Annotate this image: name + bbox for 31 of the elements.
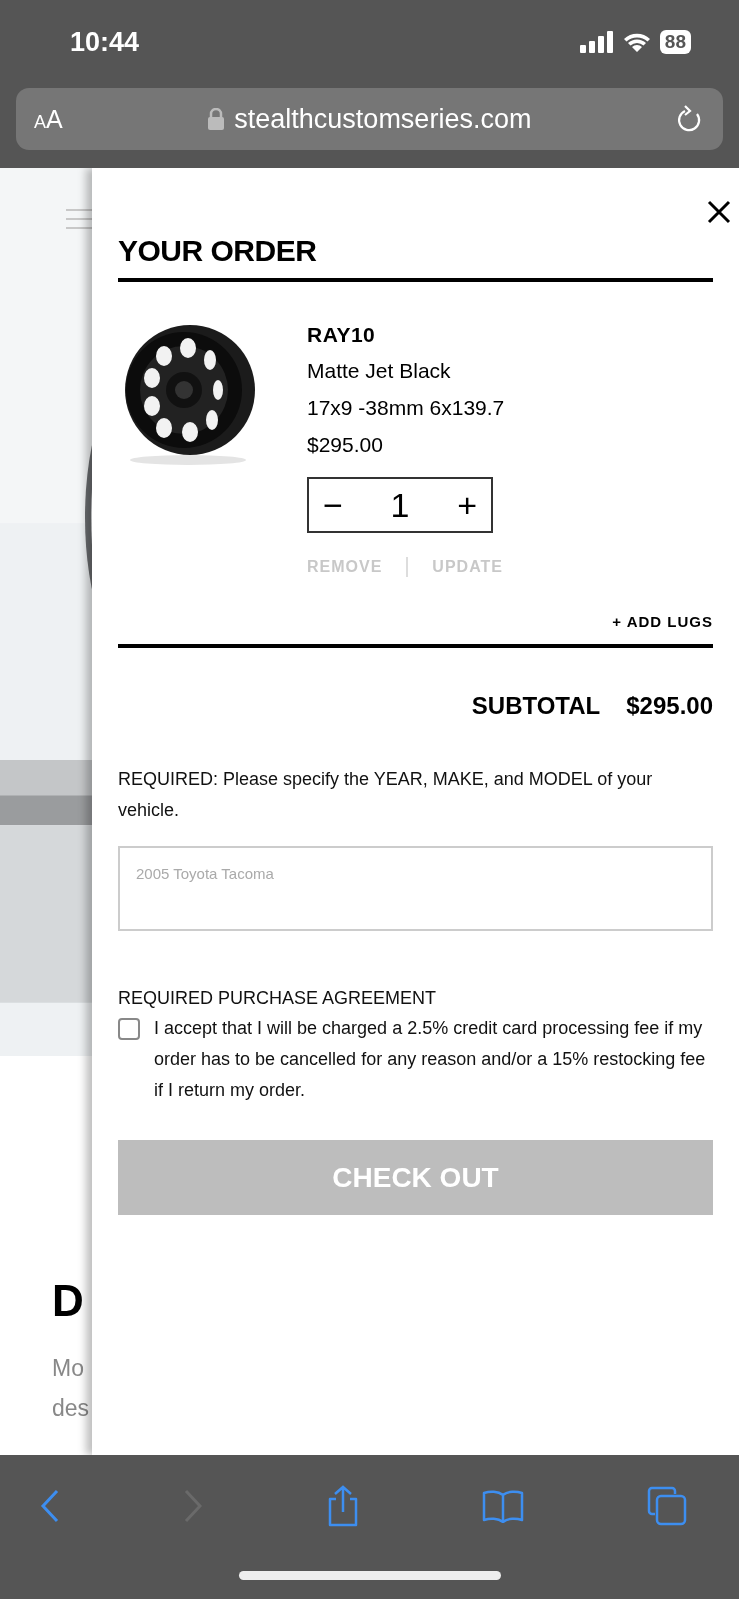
tabs-icon[interactable] — [647, 1486, 687, 1526]
body-text: des — [52, 1394, 90, 1423]
vehicle-prompt: REQUIRED: Please specify the YEAR, MAKE, and MODEL of your vehicle. — [118, 768, 654, 822]
product-price: $295.00 — [307, 432, 383, 458]
product-name: RAY10 — [307, 322, 376, 348]
menu-icon[interactable] — [66, 208, 92, 230]
agreement-heading: REQUIRED PURCHASE AGREEMENT — [118, 987, 438, 1010]
product-spec: 17x9 -38mm 6x139.7 — [307, 395, 505, 421]
signal-icon — [579, 31, 614, 53]
increase-button[interactable]: + — [457, 488, 477, 522]
add-lugs-link[interactable]: + ADD LUGS — [612, 613, 713, 630]
address-bar[interactable]: AA stealthcustomseries.com — [16, 88, 723, 150]
url-text: stealthcustomseries.com — [234, 103, 532, 135]
agreement-text: I accept that I will be charged a 2.5% credit card processing fee if my order has to be cancelled for any reason and/or a 15% restocking fee if I return my order. — [154, 1017, 707, 1102]
back-icon[interactable] — [40, 1489, 60, 1523]
order-title: YOUR ORDER — [118, 234, 318, 268]
bookmarks-icon[interactable] — [482, 1489, 525, 1523]
text-size-button[interactable]: AA — [34, 104, 63, 134]
decrease-button[interactable]: − — [323, 488, 343, 522]
quantity-value: 1 — [390, 485, 410, 525]
battery-level: 88 — [659, 30, 691, 54]
subtotal-value: $295.00 — [626, 692, 713, 720]
reload-icon[interactable] — [677, 105, 703, 133]
product-finish: Matte Jet Black — [307, 358, 451, 384]
lock-icon — [208, 108, 225, 130]
status-time: 10:44 — [70, 26, 140, 58]
vehicle-field[interactable]: 2005 Toyota Tacoma — [118, 846, 713, 931]
subtotal-label: SUBTOTAL — [471, 692, 601, 720]
body-text: Mo — [52, 1354, 85, 1383]
agreement-checkbox[interactable] — [118, 1018, 140, 1040]
section-heading: D — [52, 1276, 85, 1326]
